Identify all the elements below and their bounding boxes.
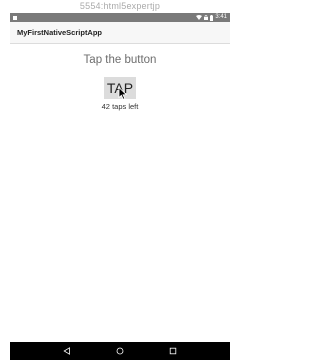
recents-icon[interactable] [166, 344, 180, 358]
status-right: 3:41 [196, 13, 227, 22]
wifi-icon [196, 15, 203, 20]
action-bar: MyFirstNativeScriptApp [10, 22, 230, 44]
mouse-cursor-icon [118, 87, 127, 100]
tap-heading: Tap the button [83, 54, 157, 66]
navigation-bar [10, 342, 230, 360]
app-title: MyFirstNativeScriptApp [17, 28, 103, 37]
status-time: 3:41 [215, 14, 227, 20]
home-icon[interactable] [113, 344, 127, 358]
back-icon[interactable] [60, 344, 74, 358]
battery-icon [210, 14, 214, 21]
lock-icon [204, 15, 209, 20]
app-window: 5554:html5expertjp 3:41 MyFirstNativeScr… [0, 0, 240, 360]
status-left [13, 15, 17, 20]
status-bar: 3:41 [10, 13, 230, 22]
taps-left-label: 42 taps left [101, 102, 139, 111]
main-content: Tap the button TAP 42 taps left [10, 44, 230, 342]
window-title: 5554:html5expertjp [0, 0, 240, 12]
notification-icon [13, 15, 17, 20]
